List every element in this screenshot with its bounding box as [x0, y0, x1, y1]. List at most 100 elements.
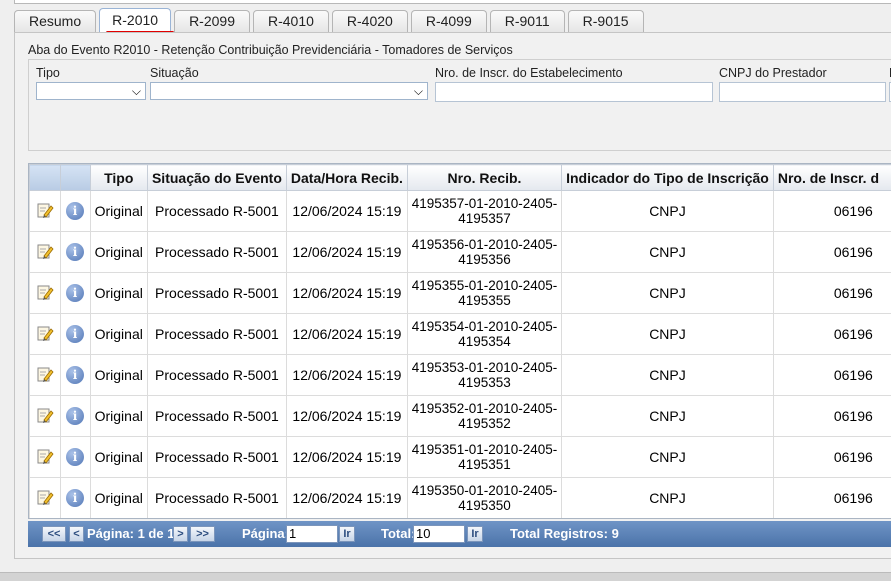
info-cell[interactable]: i — [59, 190, 91, 232]
tab-r-9015[interactable]: R-9015 — [567, 10, 644, 32]
next-page-button[interactable]: > — [173, 526, 188, 542]
edit-document-icon[interactable] — [36, 406, 54, 424]
table-row[interactable]: i Original Processado R-5001 12/06/2024 … — [29, 190, 891, 232]
cell-data-hora: 12/06/2024 15:19 — [285, 272, 408, 314]
edit-cell[interactable] — [29, 436, 61, 478]
header-data-hora[interactable]: Data/Hora Recib. — [285, 164, 408, 191]
table-row[interactable]: i Original Processado R-5001 12/06/2024 … — [29, 477, 891, 518]
cell-situacao: Processado R-5001 — [146, 272, 287, 314]
cell-nro-inscr: 06196 — [772, 231, 891, 273]
cell-nro-recib: 4195356-01-2010-2405- 4195356 — [406, 231, 563, 273]
cell-data-hora: 12/06/2024 15:19 — [285, 477, 408, 518]
prev-page-button[interactable]: < — [69, 526, 84, 542]
cell-indicador: CNPJ — [561, 190, 774, 232]
header-info-col — [59, 164, 91, 191]
edit-document-icon[interactable] — [36, 365, 54, 383]
nro-inscr-input[interactable] — [435, 82, 713, 102]
situacao-label: Situação — [150, 66, 199, 80]
cell-nro-recib: 4195351-01-2010-2405- 4195351 — [406, 436, 563, 478]
info-cell[interactable]: i — [59, 477, 91, 518]
cell-tipo: Original — [89, 313, 148, 355]
info-cell[interactable]: i — [59, 272, 91, 314]
last-page-button[interactable]: >> — [190, 526, 215, 542]
tab-r-4010[interactable]: R-4010 — [252, 10, 329, 32]
tab-r-4020[interactable]: R-4020 — [331, 10, 408, 32]
edit-cell[interactable] — [29, 313, 61, 355]
info-icon[interactable]: i — [66, 407, 85, 425]
cell-nro-inscr: 06196 — [772, 272, 891, 314]
edit-cell[interactable] — [29, 477, 61, 518]
info-icon[interactable]: i — [66, 448, 85, 466]
bottom-scrollbar[interactable] — [0, 572, 891, 581]
table-row[interactable]: i Original Processado R-5001 12/06/2024 … — [29, 354, 891, 396]
edit-cell[interactable] — [29, 395, 61, 437]
first-page-button[interactable]: << — [42, 526, 66, 542]
info-cell[interactable]: i — [59, 313, 91, 355]
cell-data-hora: 12/06/2024 15:19 — [285, 395, 408, 437]
info-icon[interactable]: i — [66, 325, 85, 343]
tab-r-4099[interactable]: R-4099 — [410, 10, 487, 32]
tab-r-2099[interactable]: R-2099 — [174, 10, 250, 32]
cell-indicador: CNPJ — [561, 272, 774, 314]
info-icon[interactable]: i — [66, 284, 85, 302]
cell-tipo: Original — [89, 395, 148, 437]
edit-document-icon[interactable] — [36, 447, 54, 465]
tab-r-9011[interactable]: R-9011 — [489, 10, 565, 32]
info-cell[interactable]: i — [59, 354, 91, 396]
edit-cell[interactable] — [29, 190, 61, 232]
header-situacao[interactable]: Situação do Evento — [146, 164, 287, 191]
goto-page-button[interactable]: Ir — [339, 526, 355, 542]
cnpj-input[interactable] — [719, 82, 886, 102]
cell-indicador: CNPJ — [561, 354, 774, 396]
edit-document-icon[interactable] — [36, 283, 54, 301]
cell-nro-recib: 4195352-01-2010-2405- 4195352 — [406, 395, 563, 437]
header-nro-inscr[interactable]: Nro. de Inscr. d — [772, 164, 891, 191]
cell-tipo: Original — [89, 436, 148, 478]
cell-situacao: Processado R-5001 — [146, 231, 287, 273]
table-row[interactable]: i Original Processado R-5001 12/06/2024 … — [29, 395, 891, 437]
info-cell[interactable]: i — [59, 231, 91, 273]
edit-cell[interactable] — [29, 272, 61, 314]
edit-document-icon[interactable] — [36, 201, 54, 219]
table-row[interactable]: i Original Processado R-5001 12/06/2024 … — [29, 436, 891, 478]
info-cell[interactable]: i — [59, 395, 91, 437]
cell-indicador: CNPJ — [561, 313, 774, 355]
table-row[interactable]: i Original Processado R-5001 12/06/2024 … — [29, 231, 891, 273]
info-cell[interactable]: i — [59, 436, 91, 478]
header-tipo[interactable]: Tipo — [89, 164, 148, 191]
tab-resumo[interactable]: Resumo — [14, 10, 97, 32]
total-go-button[interactable]: Ir — [467, 526, 483, 542]
edit-cell[interactable] — [29, 354, 61, 396]
table-row[interactable]: i Original Processado R-5001 12/06/2024 … — [29, 272, 891, 314]
edit-document-icon[interactable] — [36, 488, 54, 506]
situacao-select[interactable]: ⌵ — [150, 82, 428, 100]
table-row[interactable]: i Original Processado R-5001 12/06/2024 … — [29, 313, 891, 355]
goto-page-label: Página: — [242, 526, 289, 541]
cell-situacao: Processado R-5001 — [146, 190, 287, 232]
header-indicador[interactable]: Indicador do Tipo de Inscrição — [561, 164, 774, 191]
cell-nro-recib: 4195355-01-2010-2405- 4195355 — [406, 272, 563, 314]
info-icon[interactable]: i — [66, 243, 85, 261]
cell-data-hora: 12/06/2024 15:19 — [285, 354, 408, 396]
header-nro-recib[interactable]: Nro. Recib. — [406, 164, 563, 191]
filter-box: Tipo ⌵ Situação ⌵ Nro. de Inscr. do Esta… — [28, 59, 891, 151]
event-panel: Aba do Evento R2010 - Retenção Contribui… — [14, 32, 891, 559]
edit-document-icon[interactable] — [36, 242, 54, 260]
edit-document-icon[interactable] — [36, 324, 54, 342]
total-registros: Total Registros: 9 — [510, 526, 619, 541]
info-icon[interactable]: i — [66, 366, 85, 384]
info-icon[interactable]: i — [66, 202, 85, 220]
tipo-select[interactable]: ⌵ — [36, 82, 146, 100]
cell-situacao: Processado R-5001 — [146, 395, 287, 437]
cell-indicador: CNPJ — [561, 231, 774, 273]
edit-cell[interactable] — [29, 231, 61, 273]
goto-page-input[interactable]: 1 — [286, 525, 338, 543]
tipo-label: Tipo — [36, 66, 60, 80]
cell-nro-inscr: 06196 — [772, 190, 891, 232]
panel-title: Aba do Evento R2010 - Retenção Contribui… — [28, 43, 513, 57]
cell-data-hora: 12/06/2024 15:19 — [285, 190, 408, 232]
header-edit-col — [29, 164, 61, 191]
tab-r-2010[interactable]: R-2010 — [99, 8, 172, 32]
total-input[interactable]: 10 — [413, 525, 465, 543]
info-icon[interactable]: i — [66, 489, 85, 507]
